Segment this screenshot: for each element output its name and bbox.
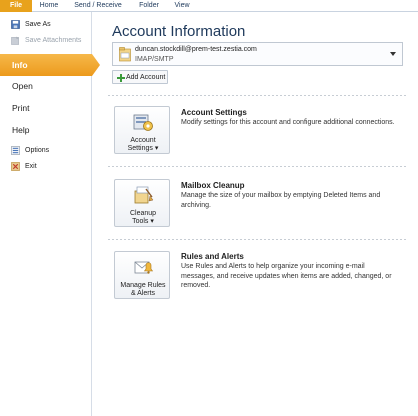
account-selector[interactable]: duncan.stockdill@prem-test.zestia.com IM… xyxy=(112,42,403,66)
tab-view[interactable]: View xyxy=(168,0,196,12)
exit-button[interactable]: Exit xyxy=(0,159,92,174)
account-email: duncan.stockdill@prem-test.zestia.com xyxy=(135,46,257,53)
nav-item-print[interactable]: Print xyxy=(12,100,29,116)
dropdown-caret-icon[interactable] xyxy=(389,51,397,57)
account-type: IMAP/SMTP xyxy=(135,56,174,63)
cleanup-tools-icon xyxy=(134,186,154,204)
tab-file[interactable]: File xyxy=(0,0,32,12)
account-settings-icon xyxy=(133,114,153,131)
section-divider xyxy=(108,239,406,240)
save-as-icon xyxy=(11,20,20,29)
save-attachments-label: Save Attachments xyxy=(25,37,82,44)
tab-folder[interactable]: Folder xyxy=(132,0,166,12)
nav-item-open[interactable]: Open xyxy=(12,78,33,94)
account-settings-description: Modify settings for this account and con… xyxy=(181,119,395,126)
mailbox-cleanup-description: Manage the size of your mailbox by empty… xyxy=(181,192,381,209)
nav-item-help[interactable]: Help xyxy=(12,122,29,138)
section-divider xyxy=(108,166,406,167)
backstage-nav: Save As Save Attachments Info Open Print… xyxy=(0,12,100,416)
account-settings-label-line1: Account xyxy=(130,137,156,144)
options-label: Options xyxy=(25,147,50,154)
add-account-button[interactable]: Add Account xyxy=(112,70,168,84)
account-settings-title: Account Settings xyxy=(181,108,247,117)
account-settings-button[interactable]: Account Settings ▾ xyxy=(114,106,170,154)
manage-rules-label-line2: & Alerts xyxy=(130,290,156,297)
manage-rules-alerts-button[interactable]: Manage Rules & Alerts xyxy=(114,251,170,299)
exit-icon xyxy=(11,162,20,171)
rules-alerts-description: Use Rules and Alerts to help organize yo… xyxy=(181,263,392,289)
rules-alerts-icon xyxy=(134,261,154,274)
exit-label: Exit xyxy=(25,163,37,170)
nav-item-info[interactable]: Info xyxy=(0,54,100,76)
cleanup-tools-button[interactable]: Cleanup Tools ▾ xyxy=(114,179,170,227)
account-settings-label-line2: Settings ▾ xyxy=(127,145,159,152)
section-divider xyxy=(108,95,406,96)
rules-alerts-title: Rules and Alerts xyxy=(181,252,244,261)
options-icon xyxy=(11,146,20,155)
mail-folder-icon xyxy=(119,47,131,62)
page-title: Account Information xyxy=(112,23,246,40)
cleanup-tools-label-line2: Tools ▾ xyxy=(132,218,154,225)
save-attachments-button[interactable]: Save Attachments xyxy=(0,33,92,48)
ribbon-tab-bar: File Home Send / Receive Folder View xyxy=(0,0,418,12)
nav-item-info-label: Info xyxy=(12,60,28,70)
tab-send-receive[interactable]: Send / Receive xyxy=(66,0,130,12)
save-attachments-icon xyxy=(11,36,19,45)
save-as-button[interactable]: Save As xyxy=(0,17,92,32)
save-as-label: Save As xyxy=(25,21,51,28)
add-account-label: Add Account xyxy=(126,74,166,81)
manage-rules-label-line1: Manage Rules xyxy=(120,282,166,289)
tab-home[interactable]: Home xyxy=(34,0,64,12)
cleanup-tools-label-line1: Cleanup xyxy=(129,210,157,217)
options-button[interactable]: Options xyxy=(0,143,92,158)
mailbox-cleanup-title: Mailbox Cleanup xyxy=(181,181,245,190)
add-icon xyxy=(117,74,125,82)
